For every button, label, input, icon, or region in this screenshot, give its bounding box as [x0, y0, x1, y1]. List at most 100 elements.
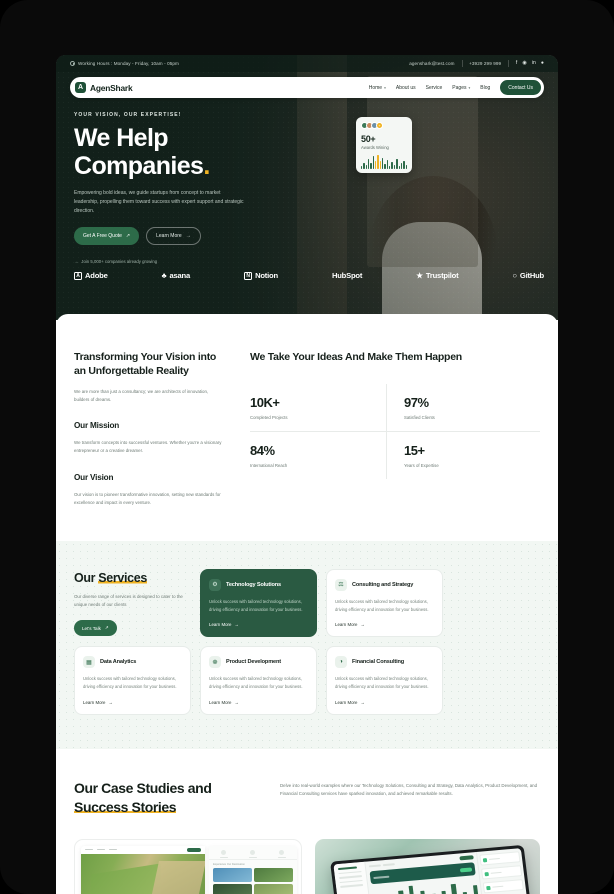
divider: [508, 60, 509, 67]
learn-more-link[interactable]: Learn More →: [209, 622, 308, 627]
services-title: Our Services: [74, 570, 191, 585]
get-a-free-quote-button[interactable]: Get A Free Quote ↗: [74, 227, 140, 246]
nav-item-about-us[interactable]: About us: [396, 85, 416, 91]
services-description: Our diverse range of services is designe…: [74, 593, 183, 607]
case-studies-section: Our Case Studies and Success Stories Del…: [56, 748, 558, 894]
service-card-technology-solutions[interactable]: ⚙ Technology Solutions Unlock success wi…: [200, 568, 317, 638]
sidebar-item: [339, 879, 363, 884]
panel-chip: [219, 850, 229, 858]
dribbble-icon[interactable]: ●: [541, 61, 544, 66]
device-frame: Working Hours : Monday - Friday, 10am - …: [0, 0, 614, 894]
nav-menu: Home ▾ About us Service Pages ▾ Blog Con…: [369, 80, 541, 95]
awards-count: 50+: [361, 134, 376, 144]
stats-heading: We Take Your Ideas And Make Them Happen: [250, 351, 462, 363]
arrow-right-icon: →: [234, 622, 239, 628]
card-header: ⚖ Consulting and Strategy: [335, 578, 434, 591]
stat-international-reach: 84% International Reach: [250, 432, 386, 479]
lets-talk-button[interactable]: Let's Talk ↗: [74, 620, 117, 637]
image-tile: [213, 867, 252, 882]
arrow-right-icon: →: [360, 622, 365, 628]
brand-logo[interactable]: A AgenShark: [75, 82, 133, 93]
arrow-up-right-icon: ↗: [104, 625, 109, 631]
working-hours: Working Hours : Monday - Friday, 10am - …: [70, 61, 179, 66]
phone-link[interactable]: +3929 299 999: [469, 61, 501, 66]
brand-label: Trustpilot: [425, 271, 459, 281]
nav-item-service[interactable]: Service: [426, 85, 443, 91]
link-label: Learn More: [209, 699, 232, 705]
service-card-product-development[interactable]: ❁ Product Development Unlock success wit…: [200, 646, 317, 715]
clock-icon: [70, 61, 75, 66]
email-link[interactable]: agenshark@test.com: [409, 61, 454, 66]
learn-more-link[interactable]: Learn More →: [335, 700, 434, 705]
service-card-data-analytics[interactable]: ▦ Data Analytics Unlock success with tai…: [74, 646, 191, 715]
service-name: Technology Solutions: [226, 581, 282, 588]
service-text: Unlock success with tailored technology …: [83, 676, 177, 690]
chevron-down-icon: ▾: [468, 85, 471, 90]
adobe-icon: A: [74, 271, 82, 280]
nav-item-pages[interactable]: Pages ▾: [452, 85, 470, 91]
service-card-financial-consulting[interactable]: ◑ Financial Consulting Unlock success wi…: [326, 646, 443, 715]
nav-item-home[interactable]: Home ▾: [369, 85, 386, 91]
hero-title: We Help Companies.: [74, 124, 289, 180]
arrow-right-icon: →: [185, 233, 191, 240]
learn-more-link[interactable]: Learn More →: [83, 700, 182, 705]
nav-placeholder: [97, 848, 105, 851]
link-label: Learn More: [335, 622, 358, 628]
facebook-icon[interactable]: f: [516, 61, 518, 66]
technology-icon: ⚙: [209, 578, 221, 591]
learn-more-link[interactable]: Learn More →: [335, 622, 434, 627]
about-heading: Transforming Your Vision into an Unforge…: [74, 351, 217, 378]
toolbar-item: [382, 863, 395, 867]
case-study-card-dashboard[interactable]: [314, 838, 540, 894]
panel-chip: [248, 850, 258, 858]
top-contact-info: agenshark@test.com +3929 299 999 f ◉ in …: [409, 60, 544, 67]
instagram-icon[interactable]: ◉: [522, 61, 526, 66]
preview-navbar: [81, 845, 206, 854]
logo-mark-icon: A: [75, 82, 86, 93]
learn-more-link[interactable]: Learn More →: [209, 700, 308, 705]
services-title-underlined: Services: [98, 570, 147, 585]
stat-satisfied-clients: 97% Satisfied Clients: [386, 384, 540, 432]
hero-learn-more-button[interactable]: Learn More →: [146, 227, 201, 246]
panel-text: [372, 875, 390, 879]
stat-completed-projects: 10K+ Completed Projects: [250, 384, 386, 431]
card-header: ❁ Product Development: [209, 656, 308, 669]
contact-us-button[interactable]: Contact Us: [500, 80, 541, 95]
sidebar-item: [339, 884, 363, 888]
nav-label: Home: [368, 84, 383, 91]
service-text: Unlock success with tailored technology …: [209, 598, 303, 612]
main-navbar: A AgenShark Home ▾ About us Service Page…: [70, 77, 544, 98]
zorotin-secondary-panel: Experience Our Destination: [209, 845, 297, 894]
panel-image-tiles: [209, 867, 296, 894]
card-header: ▦ Data Analytics: [83, 656, 182, 669]
hero-title-line-2: Companies: [74, 151, 204, 180]
service-card-consulting-and-strategy[interactable]: ⚖ Consulting and Strategy Unlock success…: [326, 568, 443, 638]
linkedin-icon[interactable]: in: [532, 61, 536, 66]
stat-value: 84%: [250, 443, 275, 459]
panel-title: Experience Our Destination: [213, 862, 245, 866]
product-icon: ❁: [209, 656, 221, 669]
stat-label: Years of Expertise: [404, 463, 439, 469]
nav-item-blog[interactable]: Blog: [480, 85, 490, 91]
stat-value: 15+: [404, 443, 425, 459]
arrow-right-icon: →: [74, 259, 79, 265]
brand-logo-notion: N Notion: [244, 271, 278, 280]
image-tile: [213, 883, 252, 894]
laptop-screen: [333, 848, 531, 894]
financial-icon: ◑: [335, 656, 347, 669]
hero-title-accent-dot: .: [203, 151, 210, 180]
panel-badge: [459, 867, 472, 873]
brand-label: asana: [169, 271, 191, 281]
our-vision-text: Our vision is to pioneer transformative …: [74, 491, 221, 505]
brand-logo-adobe: A Adobe: [74, 271, 108, 280]
arrow-up-right-icon: ↗: [125, 233, 131, 240]
link-label: Learn More: [83, 699, 106, 705]
brand-logo-asana: ♣ asana: [162, 271, 191, 281]
case-study-card-zorotin[interactable]: Hello, zorotin Experience Our: [74, 838, 302, 894]
brands-note: → Join 5,000+ companies already growing: [74, 259, 544, 264]
case-title-line-1: Our Case Studies and: [74, 779, 212, 796]
nav-label: Pages: [452, 84, 467, 91]
case-studies-grid: Hello, zorotin Experience Our: [74, 838, 540, 894]
hero-title-line-1: We Help: [74, 124, 169, 152]
dashboard-kpi-column: [475, 848, 531, 894]
